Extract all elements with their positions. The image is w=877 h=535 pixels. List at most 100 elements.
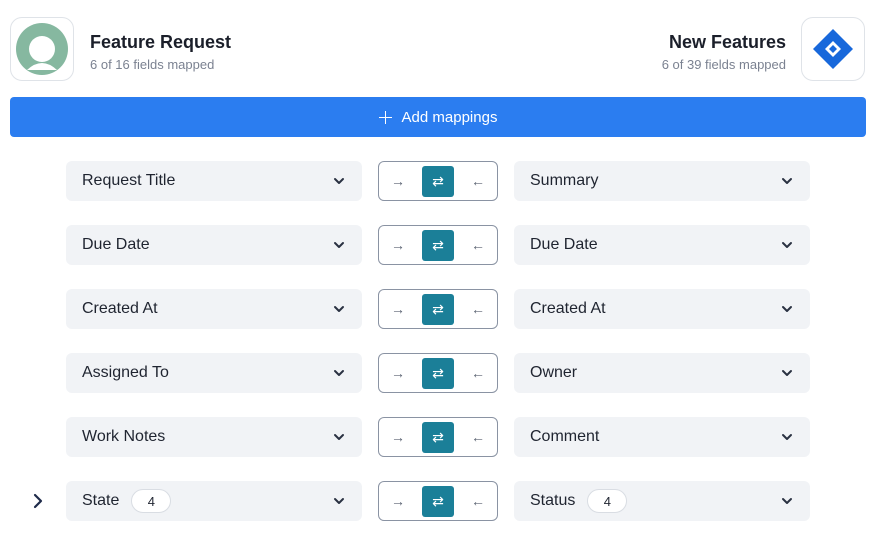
arrows-both-icon: ⇄ xyxy=(432,237,444,253)
chevron-down-icon xyxy=(782,306,792,312)
arrow-right-icon: → xyxy=(391,493,405,509)
chevron-down-icon xyxy=(782,178,792,184)
target-field-select[interactable]: Status 4 xyxy=(514,481,810,521)
target-fields-mapped: 6 of 39 fields mapped xyxy=(661,57,786,72)
mapping-row: Created At → ⇄ ← Created At xyxy=(0,289,877,329)
target-app-info: New Features 6 of 39 fields mapped xyxy=(662,31,786,74)
chevron-down-icon xyxy=(334,498,344,504)
arrow-left-icon: ← xyxy=(471,301,485,317)
arrow-left-icon: ← xyxy=(471,429,485,445)
chevron-down-icon xyxy=(782,498,792,504)
sync-left-to-right-button[interactable]: → xyxy=(382,233,414,257)
target-field-label: Due Date xyxy=(530,236,598,253)
sync-bidirectional-button[interactable]: ⇄ xyxy=(422,294,454,325)
target-field-label: Summary xyxy=(530,172,599,189)
arrow-right-icon: → xyxy=(391,301,405,317)
source-app-title: Feature Request xyxy=(90,32,232,52)
source-field-select[interactable]: State 4 xyxy=(66,481,362,521)
sync-right-to-left-button[interactable]: ← xyxy=(462,425,494,449)
target-field-select[interactable]: Comment xyxy=(514,417,810,457)
target-app-title: New Features xyxy=(668,32,786,52)
sync-left-to-right-button[interactable]: → xyxy=(382,361,414,385)
source-app-tile xyxy=(10,17,74,81)
source-app-logo-icon xyxy=(16,23,68,75)
sync-direction-toggle: → ⇄ ← xyxy=(378,417,498,457)
arrow-left-icon: ← xyxy=(471,173,485,189)
source-fields-mapped: 6 of 16 fields mapped xyxy=(90,57,215,72)
mapping-row: Work Notes → ⇄ ← Comment xyxy=(0,417,877,457)
target-field-label: Owner xyxy=(530,364,578,381)
target-field-select[interactable]: Due Date xyxy=(514,225,810,265)
source-field-label: Request Title xyxy=(82,172,176,189)
plus-icon xyxy=(378,110,392,124)
chevron-down-icon xyxy=(334,434,344,440)
arrows-both-icon: ⇄ xyxy=(432,429,444,445)
mapping-row: Request Title → ⇄ ← Summary xyxy=(0,161,877,201)
chevron-down-icon xyxy=(334,178,344,184)
source-field-select[interactable]: Assigned To xyxy=(66,353,362,393)
chevron-down-icon xyxy=(782,370,792,376)
arrow-right-icon: → xyxy=(391,237,405,253)
sync-right-to-left-button[interactable]: ← xyxy=(462,361,494,385)
sync-bidirectional-button[interactable]: ⇄ xyxy=(422,230,454,261)
arrow-left-icon: ← xyxy=(471,237,485,253)
sync-left-to-right-button[interactable]: → xyxy=(382,489,414,513)
arrow-left-icon: ← xyxy=(471,493,485,509)
sync-right-to-left-button[interactable]: ← xyxy=(462,233,494,257)
sync-bidirectional-button[interactable]: ⇄ xyxy=(422,358,454,389)
arrows-both-icon: ⇄ xyxy=(432,173,444,189)
target-field-select[interactable]: Owner xyxy=(514,353,810,393)
sync-direction-toggle: → ⇄ ← xyxy=(378,225,498,265)
sync-left-to-right-button[interactable]: → xyxy=(382,169,414,193)
sync-right-to-left-button[interactable]: ← xyxy=(462,489,494,513)
sync-right-to-left-button[interactable]: ← xyxy=(462,169,494,193)
source-field-select[interactable]: Request Title xyxy=(66,161,362,201)
sync-direction-toggle: → ⇄ ← xyxy=(378,481,498,521)
target-field-badge: 4 xyxy=(587,489,628,513)
target-app-tile xyxy=(801,17,865,81)
arrows-both-icon: ⇄ xyxy=(432,493,444,509)
chevron-down-icon xyxy=(782,242,792,248)
source-field-label: Due Date xyxy=(82,236,150,253)
source-app-info: Feature Request 6 of 16 fields mapped xyxy=(90,31,231,74)
expand-chevron-icon[interactable] xyxy=(30,493,46,509)
jira-logo-icon xyxy=(813,29,853,69)
sync-bidirectional-button[interactable]: ⇄ xyxy=(422,166,454,197)
mapping-row: State 4 → ⇄ ← Status 4 xyxy=(0,481,877,521)
target-field-label: Status xyxy=(530,492,576,509)
sync-bidirectional-button[interactable]: ⇄ xyxy=(422,422,454,453)
target-field-label: Comment xyxy=(530,428,600,445)
sync-right-to-left-button[interactable]: ← xyxy=(462,297,494,321)
target-field-label: Created At xyxy=(530,300,606,317)
arrows-both-icon: ⇄ xyxy=(432,365,444,381)
sync-left-to-right-button[interactable]: → xyxy=(382,297,414,321)
add-mappings-label: Add mappings xyxy=(401,108,498,126)
source-field-label: Assigned To xyxy=(82,364,169,381)
arrows-both-icon: ⇄ xyxy=(432,301,444,317)
arrow-right-icon: → xyxy=(391,173,405,189)
sync-direction-toggle: → ⇄ ← xyxy=(378,161,498,201)
arrow-right-icon: → xyxy=(391,365,405,381)
arrow-left-icon: ← xyxy=(471,365,485,381)
chevron-down-icon xyxy=(782,434,792,440)
source-field-label: Created At xyxy=(82,300,158,317)
sync-left-to-right-button[interactable]: → xyxy=(382,425,414,449)
source-field-badge: 4 xyxy=(131,489,172,513)
source-field-select[interactable]: Work Notes xyxy=(66,417,362,457)
chevron-down-icon xyxy=(334,306,344,312)
source-field-label: Work Notes xyxy=(82,428,166,445)
arrow-right-icon: → xyxy=(391,429,405,445)
sync-direction-toggle: → ⇄ ← xyxy=(378,289,498,329)
add-mappings-button[interactable]: Add mappings xyxy=(10,97,866,137)
source-field-select[interactable]: Due Date xyxy=(66,225,362,265)
sync-bidirectional-button[interactable]: ⇄ xyxy=(422,486,454,517)
target-field-select[interactable]: Created At xyxy=(514,289,810,329)
source-field-select[interactable]: Created At xyxy=(66,289,362,329)
target-field-select[interactable]: Summary xyxy=(514,161,810,201)
mapping-row: Due Date → ⇄ ← Due Date xyxy=(0,225,877,265)
chevron-down-icon xyxy=(334,370,344,376)
sync-direction-toggle: → ⇄ ← xyxy=(378,353,498,393)
chevron-down-icon xyxy=(334,242,344,248)
source-field-label: State xyxy=(82,492,120,509)
mapping-row: Assigned To → ⇄ ← Owner xyxy=(0,353,877,393)
